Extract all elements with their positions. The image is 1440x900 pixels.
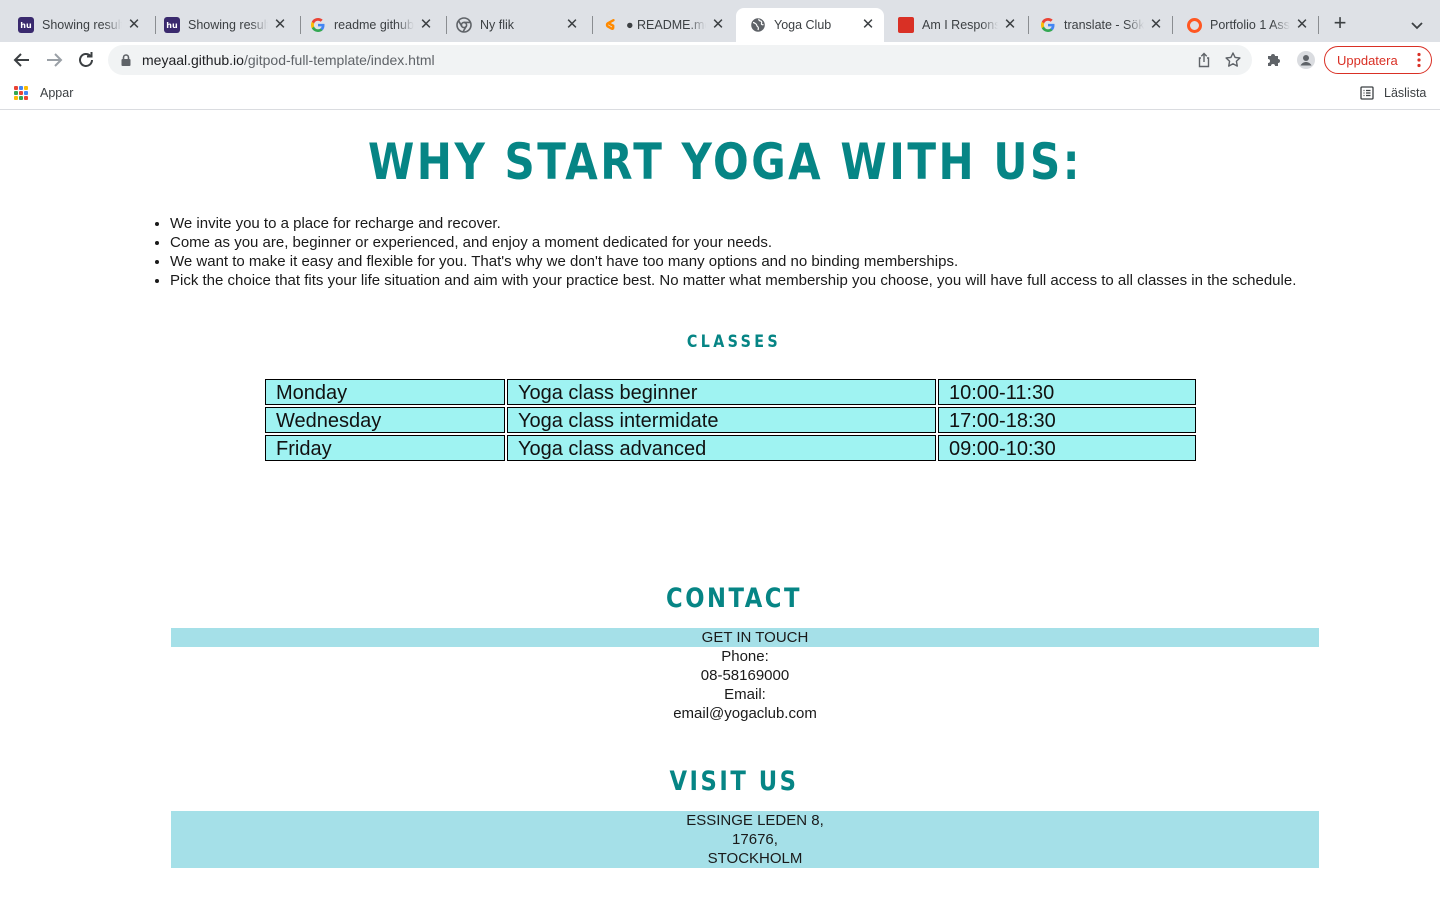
tab-divider — [1318, 16, 1319, 34]
url-domain: meyaal.github.io — [142, 52, 244, 68]
browser-tab[interactable]: Portfolio 1 Ass ✕ — [1172, 8, 1318, 42]
visit-address: ESSINGE LEDEN 8, 17676, STOCKHOLM — [171, 811, 1319, 868]
classes-heading: CLASSES — [686, 332, 782, 352]
table-row: Monday Yoga class beginner 10:00-11:30 — [265, 379, 1196, 405]
list-item: Pick the choice that fits your life situ… — [170, 271, 1370, 290]
back-arrow-icon[interactable] — [10, 48, 34, 72]
close-tab-icon[interactable]: ✕ — [1002, 17, 1018, 33]
time-cell: 10:00-11:30 — [938, 379, 1196, 405]
phone-label: Phone: — [721, 648, 769, 665]
tab-strip: hu Showing results ✕ hu Showing results … — [0, 0, 1440, 42]
tab-title: ● README.md — [626, 18, 706, 32]
reading-list-icon — [1360, 86, 1374, 100]
browser-tab[interactable]: ● README.md ✕ — [588, 8, 734, 42]
hu-icon: hu — [164, 17, 180, 33]
contact-heading: CONTACT — [666, 583, 802, 614]
browser-tab[interactable]: readme github ✕ — [296, 8, 442, 42]
page-title: WHY START YOGA WITH US: — [367, 133, 1083, 191]
browser-tab[interactable]: hu Showing results ✕ — [4, 8, 150, 42]
bookmark-star-icon[interactable] — [1224, 51, 1242, 69]
close-tab-icon[interactable]: ✕ — [860, 17, 876, 33]
reading-list-button[interactable]: Läslista — [1360, 86, 1426, 100]
reasons-list: We invite you to a place for recharge an… — [170, 214, 1370, 290]
table-row: Wednesday Yoga class intermidate 17:00-1… — [265, 407, 1196, 433]
apps-label: Appar — [40, 86, 74, 100]
class-cell: Yoga class intermidate — [507, 407, 936, 433]
list-item: Come as you are, beginner or experienced… — [170, 233, 1370, 252]
class-cell: Yoga class beginner — [507, 379, 936, 405]
puzzle-extensions-icon[interactable] — [1264, 50, 1284, 70]
google-icon — [1040, 17, 1056, 33]
close-tab-icon[interactable]: ✕ — [710, 17, 726, 33]
share-icon[interactable] — [1196, 52, 1212, 68]
address-postcode: 17676, — [732, 831, 778, 848]
time-cell: 17:00-18:30 — [938, 407, 1196, 433]
tab-title: Showing results — [188, 18, 268, 32]
phone-number: 08-58169000 — [700, 667, 790, 684]
update-label: Uppdatera — [1337, 52, 1398, 68]
close-tab-icon[interactable]: ✕ — [1294, 17, 1310, 33]
close-tab-icon[interactable]: ✕ — [1148, 17, 1164, 33]
address-bar[interactable]: meyaal.github.io/gitpod-full-template/in… — [108, 45, 1252, 75]
bookmarks-bar: Appar Läslista — [0, 78, 1440, 110]
apps-bookmark[interactable]: Appar — [14, 86, 73, 100]
close-tab-icon[interactable]: ✕ — [272, 17, 288, 33]
forward-arrow-icon[interactable] — [42, 48, 66, 72]
am-i-responsive-icon — [898, 17, 914, 33]
day-cell: Monday — [265, 379, 505, 405]
class-schedule-table: Monday Yoga class beginner 10:00-11:30 W… — [263, 377, 1198, 463]
address-city: STOCKHOLM — [707, 850, 803, 867]
new-tab-icon[interactable]: + — [1328, 12, 1352, 36]
table-row: Friday Yoga class advanced 09:00-10:30 — [265, 435, 1196, 461]
browser-toolbar: meyaal.github.io/gitpod-full-template/in… — [0, 42, 1440, 78]
tab-title: Am I Responsive — [922, 18, 998, 32]
list-item: We want to make it easy and flexible for… — [170, 252, 1370, 271]
day-cell: Friday — [265, 435, 505, 461]
browser-tab[interactable]: translate - Sök ✕ — [1026, 8, 1172, 42]
apps-grid-icon — [14, 86, 28, 100]
hu-icon: hu — [18, 17, 34, 33]
google-icon — [310, 17, 326, 33]
url-text[interactable]: meyaal.github.io/gitpod-full-template/in… — [142, 52, 435, 68]
tab-title: Yoga Club — [774, 18, 832, 32]
tab-title: translate - Sök — [1064, 18, 1144, 32]
reading-list-label: Läslista — [1384, 86, 1427, 100]
close-tab-icon[interactable]: ✕ — [126, 17, 142, 33]
class-cell: Yoga class advanced — [507, 435, 936, 461]
address-street: ESSINGE LEDEN 8, — [686, 812, 824, 829]
ring-icon — [1186, 17, 1202, 33]
more-options-icon[interactable] — [1417, 52, 1421, 68]
tab-title: Portfolio 1 Ass — [1210, 18, 1290, 32]
contact-info: GET IN TOUCH Phone: 08-58169000 Email: e… — [171, 628, 1319, 723]
chrome-icon — [456, 17, 472, 33]
tab-title: readme github — [334, 18, 414, 32]
tab-title: Showing results — [42, 18, 122, 32]
visit-heading: VISIT US — [669, 766, 799, 797]
profile-avatar-icon[interactable] — [1296, 50, 1316, 70]
tab-title: Ny flik — [480, 18, 515, 32]
browser-tab[interactable]: Am I Responsive ✕ — [884, 8, 1026, 42]
gitpod-icon — [602, 17, 618, 33]
update-button[interactable]: Uppdatera — [1324, 46, 1432, 74]
chevron-down-icon[interactable] — [1406, 14, 1428, 36]
lock-icon[interactable] — [119, 53, 133, 67]
globe-icon — [750, 17, 766, 33]
url-path: /gitpod-full-template/index.html — [243, 52, 435, 68]
get-in-touch-label: GET IN TOUCH — [171, 628, 1319, 647]
email-label: Email: — [724, 686, 766, 703]
time-cell: 09:00-10:30 — [938, 435, 1196, 461]
close-tab-icon[interactable]: ✕ — [564, 17, 580, 33]
browser-tab-active[interactable]: Yoga Club ✕ — [736, 8, 884, 42]
browser-tab[interactable]: Ny flik ✕ — [442, 8, 588, 42]
close-tab-icon[interactable]: ✕ — [418, 17, 434, 33]
day-cell: Wednesday — [265, 407, 505, 433]
page-content: WHY START YOGA WITH US: We invite you to… — [0, 111, 1440, 900]
reload-icon[interactable] — [74, 48, 98, 72]
browser-tab[interactable]: hu Showing results ✕ — [150, 8, 296, 42]
list-item: We invite you to a place for recharge an… — [170, 214, 1370, 233]
email-address: email@yogaclub.com — [673, 705, 817, 722]
